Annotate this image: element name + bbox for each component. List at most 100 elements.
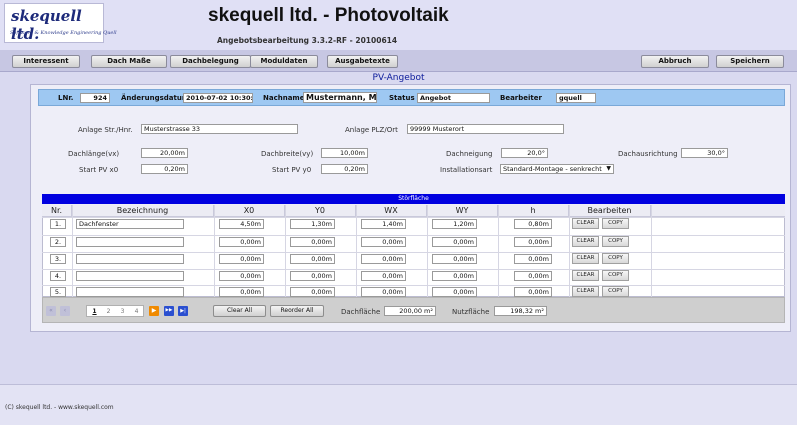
speichern-button[interactable]: Speichern bbox=[716, 55, 784, 68]
wy-input[interactable]: 0,00m bbox=[432, 237, 477, 247]
app-version: Angebotsbearbeitung 3.3.2-RF - 20100614 bbox=[217, 36, 398, 45]
pager-page-2[interactable]: 2 bbox=[104, 307, 113, 316]
clear-row-button[interactable]: CLEAR bbox=[572, 236, 599, 247]
bezeichnung-input[interactable] bbox=[76, 271, 184, 281]
wx-input[interactable]: 0,00m bbox=[361, 271, 406, 281]
wy-input[interactable]: 0,00m bbox=[432, 271, 477, 281]
pager-first-button[interactable]: « bbox=[46, 306, 56, 316]
start-x0-label: Start PV x0 bbox=[79, 166, 119, 174]
nav-dachbelegung-button[interactable]: Dachbelegung bbox=[170, 55, 251, 68]
pager-prev-button[interactable]: ‹ bbox=[60, 306, 70, 316]
x0-input[interactable]: 4,50m bbox=[219, 219, 264, 229]
wy-input[interactable]: 0,00m bbox=[432, 287, 477, 297]
installationsart-label: Installationsart bbox=[440, 166, 493, 174]
bezeichnung-input[interactable] bbox=[76, 287, 184, 297]
y0-input[interactable]: 0,00m bbox=[290, 287, 335, 297]
plz-ort-input[interactable]: 99999 Musterort bbox=[407, 124, 564, 134]
column-divider bbox=[214, 205, 215, 297]
dachlaenge-input[interactable]: 20,00m bbox=[141, 148, 188, 158]
x0-input[interactable]: 0,00m bbox=[219, 254, 264, 264]
start-y0-label: Start PV y0 bbox=[272, 166, 312, 174]
section-title: PV-Angebot bbox=[372, 73, 425, 83]
dachneigung-input[interactable]: 20,0° bbox=[501, 148, 548, 158]
dachflaeche-label: Dachfläche bbox=[341, 308, 381, 316]
nav-interessent-button[interactable]: Interessent bbox=[12, 55, 80, 68]
lnr-value: 924 bbox=[80, 93, 110, 103]
bezeichnung-input[interactable] bbox=[76, 254, 184, 264]
copy-row-button[interactable]: COPY bbox=[602, 286, 629, 297]
copy-row-button[interactable]: COPY bbox=[602, 236, 629, 247]
start-x0-input[interactable]: 0,20m bbox=[141, 164, 188, 174]
row-divider bbox=[42, 217, 785, 218]
row-divider bbox=[42, 252, 785, 253]
pager-next-button[interactable]: ▶ bbox=[149, 306, 159, 316]
col-header-bezeichnung: Bezeichnung bbox=[72, 205, 214, 217]
y0-input[interactable]: 0,00m bbox=[290, 271, 335, 281]
app-header: skequell ltd. Software & Knowledge Engin… bbox=[0, 0, 797, 50]
row-divider bbox=[42, 285, 785, 286]
h-input[interactable]: 0,80m bbox=[514, 219, 552, 229]
column-divider bbox=[285, 205, 286, 297]
copy-row-button[interactable]: COPY bbox=[602, 270, 629, 281]
clear-all-button[interactable]: Clear All bbox=[213, 305, 266, 317]
column-divider bbox=[498, 205, 499, 297]
row-nr: 4. bbox=[50, 271, 66, 281]
dachbreite-input[interactable]: 10,00m bbox=[321, 148, 368, 158]
x0-input[interactable]: 0,00m bbox=[219, 271, 264, 281]
y0-input[interactable]: 0,00m bbox=[290, 254, 335, 264]
bearbeiter-label: Bearbeiter bbox=[500, 94, 542, 102]
bezeichnung-input[interactable]: Dachfenster bbox=[76, 219, 184, 229]
dachausrichtung-input[interactable]: 30,0° bbox=[681, 148, 728, 158]
wx-input[interactable]: 0,00m bbox=[361, 287, 406, 297]
y0-input[interactable]: 1,30m bbox=[290, 219, 335, 229]
pager-last-button[interactable]: ▶| bbox=[178, 306, 188, 316]
nutzflaeche-label: Nutzfläche bbox=[452, 308, 490, 316]
nav-ausgabetexte-button[interactable]: Ausgabetexte bbox=[327, 55, 398, 68]
copy-row-button[interactable]: COPY bbox=[602, 253, 629, 264]
nav-moduldaten-button[interactable]: Moduldaten bbox=[250, 55, 318, 68]
clear-row-button[interactable]: CLEAR bbox=[572, 253, 599, 264]
row-divider bbox=[42, 235, 785, 236]
clear-row-button[interactable]: CLEAR bbox=[572, 286, 599, 297]
bezeichnung-input[interactable] bbox=[76, 237, 184, 247]
installationsart-select[interactable]: Standard-Montage - senkrecht ▼ bbox=[500, 164, 614, 174]
clear-row-button[interactable]: CLEAR bbox=[572, 218, 599, 229]
stoerflaeche-caption: Störfläche bbox=[42, 194, 785, 204]
row-nr: 2. bbox=[50, 237, 66, 247]
strasse-input[interactable]: Musterstrasse 33 bbox=[141, 124, 298, 134]
row-divider bbox=[42, 269, 785, 270]
plz-label: Anlage PLZ/Ort bbox=[345, 126, 398, 134]
wy-input[interactable]: 1,20m bbox=[432, 219, 477, 229]
clear-row-button[interactable]: CLEAR bbox=[572, 270, 599, 281]
h-input[interactable]: 0,00m bbox=[514, 254, 552, 264]
x0-input[interactable]: 0,00m bbox=[219, 287, 264, 297]
h-input[interactable]: 0,00m bbox=[514, 271, 552, 281]
lnr-label: LNr. bbox=[58, 94, 74, 102]
pager-fast-next-button[interactable]: ▶▶ bbox=[164, 306, 174, 316]
pager-page-3[interactable]: 3 bbox=[118, 307, 127, 316]
wx-input[interactable]: 1,40m bbox=[361, 219, 406, 229]
abbruch-button[interactable]: Abbruch bbox=[641, 55, 709, 68]
column-divider bbox=[356, 205, 357, 297]
wx-input[interactable]: 0,00m bbox=[361, 237, 406, 247]
copy-row-button[interactable]: COPY bbox=[602, 218, 629, 229]
pager-page-4[interactable]: 4 bbox=[132, 307, 141, 316]
logo-tagline: Software & Knowledge Engineering Quell bbox=[10, 30, 117, 36]
column-divider bbox=[72, 205, 73, 297]
pager-page-1[interactable]: 1 bbox=[90, 307, 99, 316]
y0-input[interactable]: 0,00m bbox=[290, 237, 335, 247]
nav-dach-masse-button[interactable]: Dach Maße bbox=[91, 55, 167, 68]
h-input[interactable]: 0,00m bbox=[514, 287, 552, 297]
wy-input[interactable]: 0,00m bbox=[432, 254, 477, 264]
row-nr: 1. bbox=[50, 219, 66, 229]
col-header-bearbeiten: Bearbeiten bbox=[569, 205, 651, 217]
x0-input[interactable]: 0,00m bbox=[219, 237, 264, 247]
h-input[interactable]: 0,00m bbox=[514, 237, 552, 247]
start-y0-input[interactable]: 0,20m bbox=[321, 164, 368, 174]
aenderungsdatum-value: 2010-07-02 10:30:12.0 bbox=[183, 93, 253, 103]
app-title: skequell ltd. - Photovoltaik bbox=[208, 5, 449, 26]
nachname-label: Nachname bbox=[263, 94, 305, 102]
reorder-all-button[interactable]: Reorder All bbox=[270, 305, 324, 317]
wx-input[interactable]: 0,00m bbox=[361, 254, 406, 264]
page-footer bbox=[0, 384, 797, 425]
